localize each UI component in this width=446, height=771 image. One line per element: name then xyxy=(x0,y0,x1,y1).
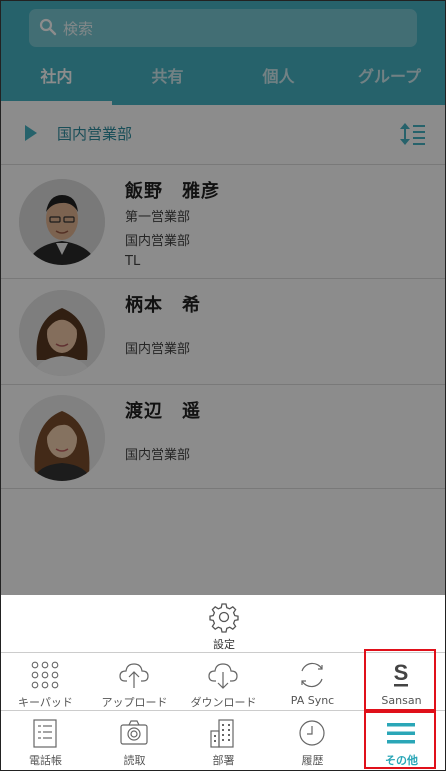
sync-icon xyxy=(301,662,323,688)
highlight-box xyxy=(364,711,436,769)
camera-icon xyxy=(120,720,148,745)
settings-button[interactable]: 設定 xyxy=(1,595,445,653)
tab-history-label: 履歴 xyxy=(301,754,324,767)
building-icon xyxy=(210,719,234,748)
pa-sync-button[interactable]: PA Sync xyxy=(268,653,357,711)
tab-phonebook[interactable]: 電話帳 xyxy=(1,711,90,769)
phonebook-icon xyxy=(33,719,57,748)
gear-icon xyxy=(209,603,239,633)
download-button[interactable]: ダウンロード xyxy=(179,653,268,711)
pa-sync-label: PA Sync xyxy=(290,694,335,707)
highlight-box xyxy=(364,649,436,711)
tab-phonebook-label: 電話帳 xyxy=(29,754,62,767)
tab-scan[interactable]: 読取 xyxy=(90,711,179,769)
tab-scan-label: 読取 xyxy=(123,754,146,767)
download-label: ダウンロード xyxy=(190,696,257,709)
keypad-label: キーパッド xyxy=(18,696,73,709)
tab-history[interactable]: 履歴 xyxy=(268,711,357,769)
keypad-button[interactable]: キーパッド xyxy=(1,653,90,711)
cloud-download-icon xyxy=(208,663,238,689)
dim-overlay[interactable] xyxy=(1,1,445,595)
upload-label: アップロード xyxy=(101,696,168,709)
keypad-icon xyxy=(31,661,59,689)
tab-department[interactable]: 部署 xyxy=(179,711,268,769)
clock-icon xyxy=(299,720,325,746)
app-frame: 検索 社内 共有 個人 グループ 国内営業部 飯野 雅彦 第一営業部 国内営業部… xyxy=(0,0,446,771)
cloud-upload-icon xyxy=(119,663,149,688)
tab-department-label: 部署 xyxy=(212,754,235,767)
upload-button[interactable]: アップロード xyxy=(90,653,179,711)
